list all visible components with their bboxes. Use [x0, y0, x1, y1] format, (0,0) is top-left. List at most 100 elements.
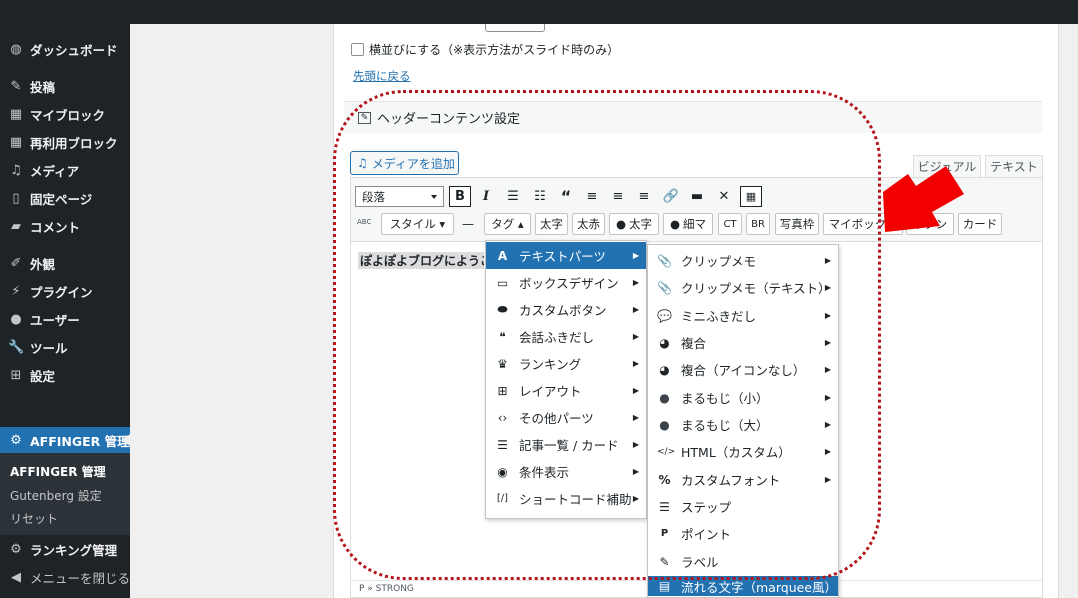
fullscreen-button[interactable]: ✕ — [713, 186, 735, 207]
horizontal-rule-button[interactable]: — — [459, 213, 477, 235]
sidebar-item-reusable-block[interactable]: ▦ 再利用ブロック — [0, 129, 130, 155]
plugin-icon: ⚡ — [11, 283, 21, 299]
eye-icon: ◉ — [497, 464, 508, 479]
page-icon: ▯ — [12, 190, 20, 206]
add-media-button[interactable]: ♫ メディアを追加 — [350, 151, 459, 175]
menu-item-step[interactable]: ☰ ステップ — [648, 493, 838, 520]
pin-icon: ✎ — [10, 78, 22, 94]
strikethrough-button[interactable]: ABC — [357, 218, 371, 226]
user-small-button[interactable]: ● 細マ — [663, 213, 713, 235]
tab-text[interactable]: テキスト — [985, 155, 1043, 177]
point-icon: P — [660, 528, 669, 539]
sidebar-item-users[interactable]: ● ユーザー — [0, 306, 130, 332]
menu-item-layout[interactable]: ⊞ レイアウト ▶ — [486, 377, 646, 404]
sidebar-item-ranking[interactable]: ⚙ ランキング管理 — [0, 536, 130, 562]
style-dropdown[interactable]: スタイル ▾ — [381, 213, 454, 235]
bullet-list-icon: ☰ — [507, 189, 519, 204]
sidebar-item-myblock[interactable]: ▦ マイブロック — [0, 101, 130, 127]
menu-item-box-design[interactable]: ▭ ボックスデザイン ▶ — [486, 269, 646, 296]
align-center-button[interactable]: ≡ — [607, 186, 629, 207]
sidebar-item-media[interactable]: ♫ メディア — [0, 157, 130, 183]
menu-item-circle-text-small[interactable]: ● まるもじ（小） ▶ — [648, 384, 838, 411]
horizontal-checkbox[interactable] — [351, 43, 364, 56]
blockquote-button[interactable]: “ — [555, 186, 577, 207]
menu-item-conditional-display[interactable]: ◉ 条件表示 ▶ — [486, 458, 646, 485]
bold-button[interactable]: B — [449, 186, 471, 207]
ct-button[interactable]: CT — [718, 213, 742, 235]
sidebar-item-appearance[interactable]: ✐ 外観 — [0, 250, 130, 276]
menu-item-shortcode-helper[interactable]: [/] ショートコード補助 ▶ — [486, 485, 646, 512]
menu-item-compound-no-icon[interactable]: ◕ 複合（アイコンなし） ▶ — [648, 356, 838, 383]
menu-item-label[interactable]: ✎ ラベル — [648, 548, 838, 575]
link-button[interactable]: 🔗 — [660, 186, 682, 207]
submenu-arrow-icon: ▶ — [632, 359, 639, 368]
menu-item-circle-text-large[interactable]: ● まるもじ（大） ▶ — [648, 411, 838, 438]
shortcode-icon: [/] — [496, 493, 509, 504]
comment-icon: 💬 — [657, 308, 672, 323]
bullet-list-button[interactable]: ☰ — [502, 186, 524, 207]
menu-item-ranking[interactable]: ♛ ランキング ▶ — [486, 350, 646, 377]
sidebar-item-settings[interactable]: ⊞ 設定 — [0, 362, 130, 388]
format-select[interactable]: 段落 — [355, 186, 444, 207]
card-button[interactable]: カード — [958, 213, 1002, 235]
toolbar-toggle-button[interactable]: ▦ — [740, 186, 762, 207]
toggle-icon: ⬬ — [497, 302, 508, 316]
button-button[interactable]: ボタン — [906, 213, 954, 235]
submenu-arrow-icon: ▶ — [824, 311, 831, 320]
tab-visual[interactable]: ビジュアル — [913, 155, 981, 177]
collapse-menu-button[interactable]: ◀ メニューを閉じる — [0, 564, 130, 590]
grid-icon: ▦ — [9, 106, 23, 122]
sidebar-item-tools[interactable]: 🔧 ツール — [0, 334, 130, 360]
menu-item-text-parts[interactable]: A テキストパーツ ▶ — [486, 242, 646, 269]
menu-item-custom-button[interactable]: ⬬ カスタムボタン ▶ — [486, 296, 646, 323]
tag-dropdown[interactable]: タグ ▴ — [484, 213, 531, 235]
numbered-list-button[interactable]: ☷ — [529, 186, 551, 207]
photo-frame-button[interactable]: 写真枠 — [775, 213, 819, 235]
editor-content[interactable]: ぽよぽよブログにようこそ — [358, 252, 484, 269]
sidebar-item-posts[interactable]: ✎ 投稿 — [0, 73, 130, 99]
sidebar-item-comments[interactable]: ▰ コメント — [0, 213, 130, 239]
compound-icon: ◕ — [659, 362, 670, 377]
user-bold-button[interactable]: ● 太字 — [609, 213, 659, 235]
sidebar-item-plugins[interactable]: ⚡ プラグイン — [0, 278, 130, 304]
menu-item-mini-bubble[interactable]: 💬 ミニふきだし ▶ — [648, 302, 838, 329]
back-to-top-link[interactable]: 先頭に戻る — [353, 68, 411, 84]
sidebar-item-affinger[interactable]: ⚙ AFFINGER 管理 — [0, 427, 130, 453]
align-right-button[interactable]: ≡ — [633, 186, 655, 207]
sidebar-item-pages[interactable]: ▯ 固定ページ — [0, 185, 130, 211]
align-center-icon: ≡ — [612, 189, 624, 204]
submenu-arrow-icon: ▶ — [632, 251, 639, 260]
menu-item-compound[interactable]: ◕ 複合 ▶ — [648, 329, 838, 356]
percent-icon: % — [658, 472, 671, 487]
appearance-icon: ✐ — [10, 255, 22, 271]
menu-item-marquee[interactable]: ▤ 流れる文字（marquee風） — [648, 576, 838, 596]
admin-bar — [0, 0, 1078, 24]
menu-item-html-custom[interactable]: </> HTML（カスタム） ▶ — [648, 438, 838, 465]
numbered-list-icon: ☷ — [534, 189, 546, 204]
wrench-icon: 🔧 — [8, 339, 25, 355]
submenu-affinger-admin[interactable]: AFFINGER 管理 — [10, 463, 106, 480]
italic-button[interactable]: I — [475, 186, 497, 207]
menu-item-speech-bubble[interactable]: ❝ 会話ふきだし ▶ — [486, 323, 646, 350]
menu-item-clip-memo-text[interactable]: 📎 クリップメモ（テキスト） ▶ — [648, 274, 838, 301]
horizontal-checkbox-label: 横並びにする（※表示方法がスライド時のみ） — [369, 43, 620, 57]
br-button[interactable]: BR — [746, 213, 770, 235]
submenu-reset[interactable]: リセット — [10, 510, 58, 527]
menu-item-clip-memo[interactable]: 📎 クリップメモ ▶ — [648, 247, 838, 274]
edit-icon: ✎ — [659, 554, 670, 569]
menu-item-article-list[interactable]: ☰ 記事一覧 / カード ▶ — [486, 431, 646, 458]
menu-item-custom-font[interactable]: % カスタムフォント ▶ — [648, 466, 838, 493]
submenu-arrow-icon: ▶ — [824, 338, 831, 347]
sidebar-item-dashboard[interactable]: ◍ ダッシュボード — [0, 36, 130, 62]
submenu-arrow-icon: ▶ — [824, 283, 831, 292]
menu-item-point[interactable]: P ポイント — [648, 520, 838, 547]
bold-tag-button[interactable]: 太字 — [535, 213, 568, 235]
submenu-gutenberg-settings[interactable]: Gutenberg 設定 — [10, 487, 102, 504]
submenu-arrow-icon: ▶ — [824, 420, 831, 429]
read-more-button[interactable]: ▬ — [686, 186, 708, 207]
bold-red-button[interactable]: 太赤 — [572, 213, 605, 235]
mybox-button[interactable]: マイボックス — [823, 213, 903, 235]
select-box[interactable] — [485, 24, 545, 32]
align-left-button[interactable]: ≡ — [581, 186, 603, 207]
menu-item-other-parts[interactable]: ‹› その他パーツ ▶ — [486, 404, 646, 431]
